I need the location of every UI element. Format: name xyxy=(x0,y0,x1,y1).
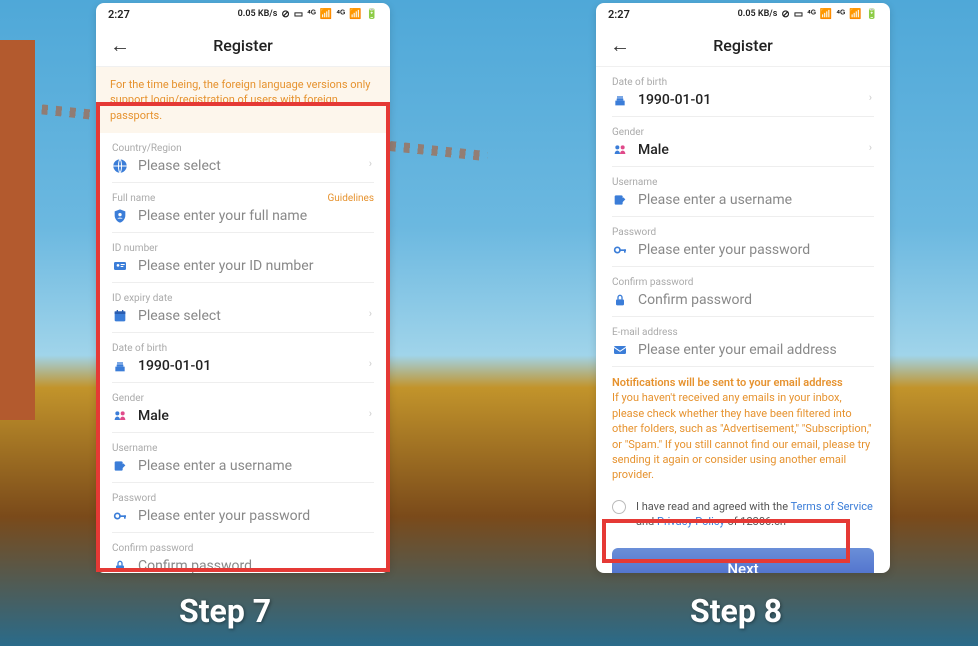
status-indicators: 0.05 KB/s ⊘▭⁴ᴳ📶⁴ᴳ📶🔋 xyxy=(238,9,378,20)
user-edit-icon xyxy=(112,458,128,474)
privacy-policy-link[interactable]: Privacy Policy xyxy=(657,515,725,528)
email-field[interactable]: E-mail address Please enter your email a… xyxy=(612,317,874,367)
confirm-password-field[interactable]: Confirm password Confirm password xyxy=(612,267,874,317)
field-value: Please enter your full name xyxy=(138,208,374,224)
status-indicators: 0.05 KB/s ⊘▭⁴ᴳ📶⁴ᴳ📶🔋 xyxy=(738,9,878,20)
phone-step-7: 2:27 0.05 KB/s ⊘▭⁴ᴳ📶⁴ᴳ📶🔋 ← Register For … xyxy=(96,3,390,573)
username-field[interactable]: Username Please enter a username xyxy=(112,433,374,483)
id-card-icon xyxy=(112,258,128,274)
field-value: Confirm password xyxy=(638,292,874,308)
chevron-right-icon: › xyxy=(369,357,372,370)
field-label: Date of birth xyxy=(112,343,374,354)
field-label: E-mail address xyxy=(612,327,874,338)
field-value: Please enter a username xyxy=(138,458,374,474)
field-label: ID expiry date xyxy=(112,293,374,304)
field-value: Please enter your email address xyxy=(638,342,874,358)
foreign-passport-notice: For the time being, the foreign language… xyxy=(96,67,390,133)
status-time: 2:27 xyxy=(108,8,130,21)
field-label: Country/Region xyxy=(112,143,374,154)
step-7-label: Step 7 xyxy=(179,592,271,630)
field-label: Gender xyxy=(112,393,374,404)
email-notification-notice: Notifications will be sent to your email… xyxy=(596,367,890,489)
country-region-field[interactable]: Country/Region Please select › xyxy=(112,133,374,183)
field-value: Please enter a username xyxy=(638,192,874,208)
field-label: Date of birth xyxy=(612,77,874,88)
agreement-text: I have read and agreed with the Terms of… xyxy=(636,499,874,530)
field-value: Male xyxy=(638,142,874,158)
terms-agreement-row[interactable]: I have read and agreed with the Terms of… xyxy=(596,489,890,540)
date-of-birth-field[interactable]: Date of birth 1990-01-01 › xyxy=(612,67,874,117)
register-form: Date of birth 1990-01-01 › Gender Male ›… xyxy=(596,67,890,367)
date-of-birth-field[interactable]: Date of birth 1990-01-01 › xyxy=(112,333,374,383)
back-icon[interactable]: ← xyxy=(610,33,630,58)
password-field[interactable]: Password Please enter your password xyxy=(112,483,374,533)
gender-icon xyxy=(612,142,628,158)
chevron-right-icon: › xyxy=(369,407,372,420)
page-title: Register xyxy=(213,36,273,55)
lock-icon xyxy=(612,292,628,308)
status-time: 2:27 xyxy=(608,8,630,21)
user-edit-icon xyxy=(612,192,628,208)
chevron-right-icon: › xyxy=(869,91,872,104)
app-header: ← Register xyxy=(96,25,390,67)
username-field[interactable]: Username Please enter a username xyxy=(612,167,874,217)
gender-field[interactable]: Gender Male › xyxy=(112,383,374,433)
field-value: Please enter your ID number xyxy=(138,258,374,274)
terms-of-service-link[interactable]: Terms of Service xyxy=(791,500,873,513)
confirm-password-field[interactable]: Confirm password Confirm password xyxy=(112,533,374,573)
id-number-field[interactable]: ID number Please enter your ID number xyxy=(112,233,374,283)
step-8-label: Step 8 xyxy=(690,592,782,630)
field-value: 1990-01-01 xyxy=(138,358,374,374)
field-label: Username xyxy=(112,443,374,454)
field-label: Username xyxy=(612,177,874,188)
key-icon xyxy=(612,242,628,258)
field-label: Password xyxy=(112,493,374,504)
field-label: Gender xyxy=(612,127,874,138)
field-label: Confirm password xyxy=(612,277,874,288)
back-icon[interactable]: ← xyxy=(110,33,130,58)
id-expiry-field[interactable]: ID expiry date Please select › xyxy=(112,283,374,333)
field-value: Please enter your password xyxy=(638,242,874,258)
key-icon xyxy=(112,508,128,524)
page-title: Register xyxy=(713,36,773,55)
next-button[interactable]: Next xyxy=(612,548,874,573)
cake-icon xyxy=(612,92,628,108)
field-label: ID number xyxy=(112,243,374,254)
lock-icon xyxy=(112,558,128,573)
chevron-right-icon: › xyxy=(869,141,872,154)
mail-icon xyxy=(612,342,628,358)
gender-icon xyxy=(112,408,128,424)
field-label: Password xyxy=(612,227,874,238)
field-value: Please enter your password xyxy=(138,508,374,524)
field-value: Please select xyxy=(138,308,374,324)
field-value: Confirm password xyxy=(138,558,374,573)
chevron-right-icon: › xyxy=(369,157,372,170)
calendar-icon xyxy=(112,308,128,324)
field-label: Confirm password xyxy=(112,543,374,554)
cake-icon xyxy=(112,358,128,374)
globe-icon xyxy=(112,158,128,174)
agreement-checkbox[interactable] xyxy=(612,500,626,514)
notice-heading: Notifications will be sent to your email… xyxy=(612,375,874,390)
gender-field[interactable]: Gender Male › xyxy=(612,117,874,167)
chevron-right-icon: › xyxy=(369,307,372,320)
password-field[interactable]: Password Please enter your password xyxy=(612,217,874,267)
register-form: Country/Region Please select › Full name… xyxy=(96,133,390,573)
full-name-field[interactable]: Full name Guidelines Please enter your f… xyxy=(112,183,374,233)
field-value: Male xyxy=(138,408,374,424)
guidelines-link[interactable]: Guidelines xyxy=(327,193,374,204)
app-header: ← Register xyxy=(596,25,890,67)
status-bar: 2:27 0.05 KB/s ⊘▭⁴ᴳ📶⁴ᴳ📶🔋 xyxy=(596,3,890,25)
field-value: Please select xyxy=(138,158,374,174)
notice-body: If you haven't received any emails in yo… xyxy=(612,390,874,482)
status-bar: 2:27 0.05 KB/s ⊘▭⁴ᴳ📶⁴ᴳ📶🔋 xyxy=(96,3,390,25)
phone-step-8: 2:27 0.05 KB/s ⊘▭⁴ᴳ📶⁴ᴳ📶🔋 ← Register Date… xyxy=(596,3,890,573)
field-value: 1990-01-01 xyxy=(638,92,874,108)
shield-icon xyxy=(112,208,128,224)
